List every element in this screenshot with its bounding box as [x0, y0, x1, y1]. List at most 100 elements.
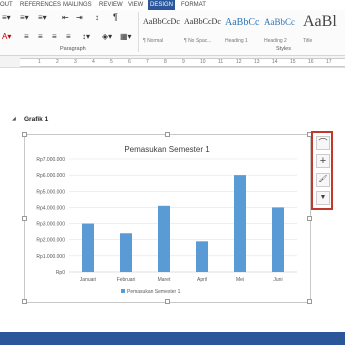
legend-swatch: [121, 289, 125, 293]
resize-handle[interactable]: [22, 216, 27, 221]
style-no-spacing[interactable]: AaBbCcDc ¶ No Spac...: [183, 13, 223, 46]
bullets-icon[interactable]: ≡▾: [2, 13, 11, 22]
layout-options-icon: ⌒: [318, 138, 328, 148]
bar: [120, 233, 132, 272]
ruler-number: 16: [308, 59, 314, 65]
style-name: ¶ No Spac...: [184, 38, 212, 44]
ruler-number: 12: [236, 59, 242, 65]
chart-elements-plus-icon: +: [319, 155, 327, 167]
font-color-icon[interactable]: A▾: [2, 32, 11, 41]
ruler-number: 9: [182, 59, 185, 65]
bar: [196, 241, 208, 272]
tab-mailings[interactable]: MAILINGS: [63, 1, 92, 10]
resize-handle[interactable]: [165, 132, 170, 137]
y-tick-label: Rp5.000.000: [36, 189, 65, 195]
ruler-number: 17: [326, 59, 332, 65]
style-sample: AaBbCcDc: [143, 17, 180, 26]
horizontal-ruler[interactable]: 1 2 3 4 5 6 7 8 9 10 11 12 13 14 15 16 17: [0, 56, 345, 68]
chart-filters-button[interactable]: ▼: [316, 191, 330, 205]
ruler-number: 1: [38, 59, 41, 65]
ruler-number: 10: [200, 59, 206, 65]
ruler-number: 5: [110, 59, 113, 65]
ruler-track: 1 2 3 4 5 6 7 8 9 10 11 12 13 14 15 16 17: [20, 58, 345, 67]
bar: [234, 175, 246, 272]
ribbon-divider: [138, 12, 139, 52]
ruler-number: 4: [92, 59, 95, 65]
resize-handle[interactable]: [22, 299, 27, 304]
x-tick-label: April: [197, 277, 207, 283]
legend-label: Pemasukan Semester 1: [127, 289, 181, 295]
tab-layout[interactable]: OUT: [0, 1, 13, 10]
y-tick-label: Rp4.000.000: [36, 205, 65, 211]
ruler-number: 8: [164, 59, 167, 65]
chart-filters-icon: ▼: [319, 194, 327, 201]
style-heading-2[interactable]: AaBbCc Heading 2: [263, 13, 303, 46]
multilevel-list-icon[interactable]: ≡▾: [38, 13, 47, 22]
numbering-icon[interactable]: ≡▾: [20, 13, 29, 22]
bar: [158, 205, 170, 272]
ruler-number: 13: [254, 59, 260, 65]
y-tick-label: Rp1.000.000: [36, 254, 65, 260]
tab-review[interactable]: REVIEW: [99, 1, 123, 10]
increase-indent-icon[interactable]: ⇥: [76, 13, 83, 22]
y-tick-label: Rp3.000.000: [36, 222, 65, 228]
align-left-icon[interactable]: ≡: [24, 32, 29, 41]
chart-title: Pemasukan Semester 1: [124, 145, 210, 154]
status-bar: [0, 332, 345, 345]
style-sample: AaBbCcDc: [184, 17, 221, 26]
chart-styles-brush-icon: 🖌: [318, 176, 328, 183]
document-heading: Grafik 1: [24, 116, 49, 123]
collapse-heading-icon[interactable]: ◢: [12, 116, 16, 122]
ribbon-tab-bar: OUT REFERENCES MAILINGS REVIEW VIEW DESI…: [0, 0, 345, 10]
chart-styles-button[interactable]: 🖌: [316, 173, 330, 187]
align-center-icon[interactable]: ≡: [38, 32, 43, 41]
shading-icon[interactable]: ◈▾: [102, 32, 112, 41]
style-normal[interactable]: AaBbCcDc ¶ Normal: [142, 13, 182, 46]
group-label-paragraph: Paragraph: [60, 46, 86, 52]
style-title[interactable]: AaBl Title: [302, 13, 345, 46]
ruler-number: 15: [290, 59, 296, 65]
bar-chart: Pemasukan Semester 1 Rp0 Rp1.000.000 Rp2.00…: [36, 145, 297, 295]
style-sample: AaBbCc: [264, 17, 295, 27]
resize-handle[interactable]: [22, 132, 27, 137]
show-formatting-icon[interactable]: ¶: [113, 12, 118, 22]
style-name: Heading 2: [264, 38, 287, 44]
tab-references[interactable]: REFERENCES: [20, 1, 61, 10]
decrease-indent-icon[interactable]: ⇤: [62, 13, 69, 22]
ruler-number: 11: [218, 59, 224, 65]
bar: [82, 223, 94, 272]
y-tick-label: Rp7.000.000: [36, 157, 65, 163]
ribbon: ≡▾ ≡▾ ≡▾ ⇤ ⇥ ↕ ¶ A▾ ≡ ≡ ≡ ≡ ↕▾ ◈▾ ▦▾ AaB…: [0, 10, 345, 56]
line-spacing-icon[interactable]: ↕▾: [82, 32, 90, 41]
style-name: ¶ Normal: [143, 38, 164, 44]
sort-icon[interactable]: ↕: [95, 13, 99, 22]
tab-format[interactable]: FORMAT: [181, 1, 206, 10]
ruler-number: 14: [272, 59, 278, 65]
ruler-number: 6: [128, 59, 131, 65]
resize-handle[interactable]: [307, 216, 312, 221]
bar: [272, 207, 284, 272]
y-tick-label: Rp0: [56, 270, 65, 276]
ruler-number: 2: [56, 59, 59, 65]
style-name: Title: [303, 38, 313, 44]
justify-icon[interactable]: ≡: [66, 32, 71, 41]
style-heading-1[interactable]: AaBbCc Heading 1: [224, 13, 264, 46]
layout-options-button[interactable]: ⌒: [316, 136, 330, 150]
ruler-number: 3: [74, 59, 77, 65]
chart-container[interactable]: Pemasukan Semester 1 Rp0 Rp1.000.000 Rp2.00…: [24, 134, 311, 303]
resize-handle[interactable]: [165, 299, 170, 304]
y-tick-label: Rp6.000.000: [36, 173, 65, 179]
borders-icon[interactable]: ▦▾: [120, 32, 132, 41]
style-sample: AaBbCc: [225, 17, 260, 28]
tab-design[interactable]: DESIGN: [148, 0, 176, 10]
chart-elements-button[interactable]: +: [316, 154, 330, 168]
chart-side-buttons: ⌒ + 🖌 ▼: [311, 131, 333, 210]
group-label-styles: Styles: [276, 46, 291, 52]
y-tick-label: Rp2.000.000: [36, 238, 65, 244]
x-tick-label: Mei: [236, 277, 244, 283]
x-tick-label: Maret: [158, 277, 171, 283]
align-right-icon[interactable]: ≡: [52, 32, 57, 41]
resize-handle[interactable]: [307, 299, 312, 304]
style-sample: AaBl: [303, 13, 337, 30]
tab-view[interactable]: VIEW: [128, 1, 143, 10]
